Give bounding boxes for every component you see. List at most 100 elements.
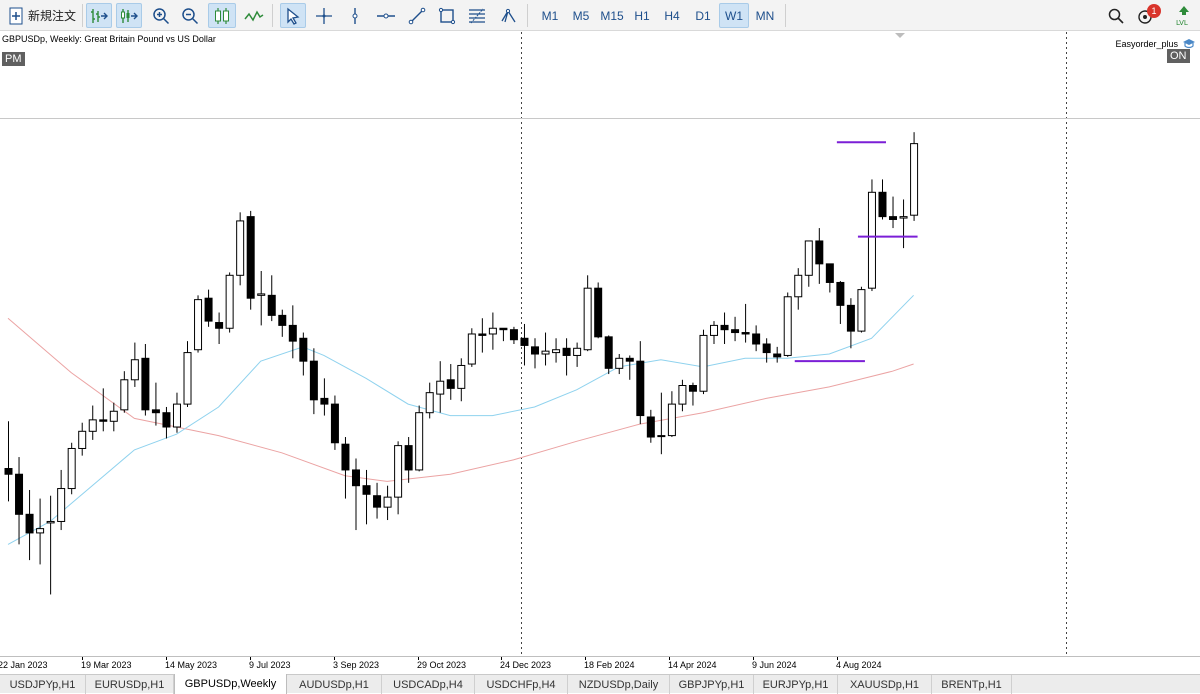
autoscroll-button[interactable] (116, 3, 142, 28)
new-order-button[interactable]: 新規注文 (6, 3, 80, 28)
candle-bullish (488, 327, 497, 335)
chart-tab-nzdusdp-daily[interactable]: NZDUSDp,Daily (568, 675, 670, 694)
candle-bearish (446, 379, 455, 389)
chart-tab-eurjpyp-h1[interactable]: EURJPYp,H1 (754, 675, 838, 694)
fibonacci-button[interactable] (465, 3, 489, 28)
timeframe-w1[interactable]: W1 (719, 3, 749, 28)
timeframe-h1[interactable]: H1 (628, 3, 656, 28)
chart-tab-usdcadp-h4[interactable]: USDCADp,H4 (382, 675, 475, 694)
crosshair-icon (316, 7, 332, 24)
chart-tab-gbpusdp-weekly[interactable]: GBPUSDp,Weekly (174, 674, 287, 694)
candle-bullish (899, 216, 908, 219)
candle-bearish (889, 216, 898, 220)
expert-advisor-status-badge: ON (1167, 49, 1190, 63)
new-order-label: 新規注文 (28, 9, 77, 23)
candle-bullish (172, 403, 181, 428)
chart-tab-eurusdp-h1[interactable]: EURUSDp,H1 (86, 675, 174, 694)
candle-bullish (236, 220, 245, 276)
time-axis-tick (250, 657, 251, 660)
bar-chart-icon (91, 8, 108, 23)
time-axis-tick (585, 657, 586, 660)
chart-title: GBPUSDp, Weekly: Great Britain Pound vs … (2, 34, 216, 44)
candle-bearish (267, 294, 276, 316)
fibonacci-icon (469, 8, 485, 23)
candle-bullish (804, 240, 813, 276)
candle-bearish (773, 353, 782, 358)
search-button[interactable] (1104, 3, 1128, 28)
timeframe-m5[interactable]: M5 (566, 3, 596, 28)
time-axis-tick (82, 657, 83, 660)
rectangle-button[interactable] (435, 3, 459, 28)
candle-bullish (57, 488, 66, 522)
line-chart-button[interactable] (241, 3, 267, 28)
candlestick-icon (215, 7, 229, 24)
chart-shift-marker (895, 33, 905, 38)
candle-bearish (846, 304, 855, 332)
svg-text:LVL: LVL (1176, 19, 1188, 27)
candle-bearish (646, 416, 655, 438)
time-axis-label: 14 Apr 2024 (668, 660, 717, 670)
candle-bullish (109, 410, 118, 422)
candle-bullish (910, 143, 919, 216)
time-axis-tick (837, 657, 838, 660)
candle-bearish (288, 324, 297, 342)
chart-tab-usdchfp-h4[interactable]: USDCHFp,H4 (475, 675, 568, 694)
candle-bearish (688, 385, 697, 392)
candle-bearish (362, 485, 371, 495)
timeframe-m15[interactable]: M15 (597, 3, 627, 28)
candle-bearish (509, 329, 518, 341)
candlestick-button[interactable] (208, 3, 236, 28)
candle-bullish (657, 435, 666, 438)
candle-bearish (825, 263, 834, 283)
time-axis-label: 19 Mar 2023 (81, 660, 132, 670)
search-icon (1108, 8, 1124, 24)
candle-bearish (373, 495, 382, 508)
time-axis-label: 3 Sep 2023 (333, 660, 380, 670)
candle-bullish (183, 352, 192, 405)
chart-tab-audusdp-h1[interactable]: AUDUSDp,H1 (287, 675, 382, 694)
timeframe-m1[interactable]: M1 (535, 3, 565, 28)
candle-bullish (541, 350, 550, 355)
chart-shift-button[interactable] (86, 3, 112, 28)
candle-bullish (120, 379, 129, 411)
chart-tab-xauusdp-h1[interactable]: XAUUSDp,H1 (838, 675, 932, 694)
zoom-out-button[interactable] (178, 3, 202, 28)
candle-bearish (815, 240, 824, 265)
chart-tab-usdjpyp-h1[interactable]: USDJPYp,H1 (0, 675, 86, 694)
candle-bullish (67, 447, 76, 490)
vertical-line-button[interactable] (344, 3, 366, 28)
time-axis-label: 4 Aug 2024 (836, 660, 882, 670)
timeframe-mn[interactable]: MN (751, 3, 779, 28)
crosshair-button[interactable] (312, 3, 336, 28)
candle-bearish (520, 337, 529, 346)
trendline-button[interactable] (405, 3, 429, 28)
chart-tab-brentp-h1[interactable]: BRENTp,H1 (932, 675, 1012, 694)
candle-bearish (204, 297, 213, 322)
candle-bearish (351, 469, 360, 487)
lvl-button[interactable]: LVL (1172, 3, 1196, 28)
candle-bearish (330, 403, 339, 444)
pitchfork-button[interactable] (496, 3, 520, 28)
timeframe-h4[interactable]: H4 (658, 3, 686, 28)
price-chart[interactable] (0, 32, 1200, 656)
horizontal-line-button[interactable] (374, 3, 398, 28)
cursor-button[interactable] (280, 3, 306, 28)
candle-bearish (25, 513, 34, 534)
candle-bearish (836, 281, 845, 306)
candle-bullish (46, 520, 55, 524)
candle-bullish (615, 357, 624, 369)
session-badge: PM (2, 52, 25, 66)
timeframe-d1[interactable]: D1 (689, 3, 717, 28)
zoom-in-button[interactable] (149, 3, 173, 28)
candle-bearish (478, 333, 487, 336)
candle-bearish (309, 360, 318, 401)
chart-tab-gbpjpyp-h1[interactable]: GBPJPYp,H1 (670, 675, 754, 694)
candle-bullish (194, 299, 203, 351)
line-chart-icon (244, 9, 264, 21)
andrews-pitchfork-icon (501, 8, 516, 22)
candle-bearish (604, 336, 613, 369)
chart-window[interactable]: GBPUSDp, Weekly: Great Britain Pound vs … (0, 32, 1200, 656)
candle-bearish (162, 412, 171, 428)
candle-bullish (394, 445, 403, 498)
rectangle-icon (438, 7, 456, 24)
